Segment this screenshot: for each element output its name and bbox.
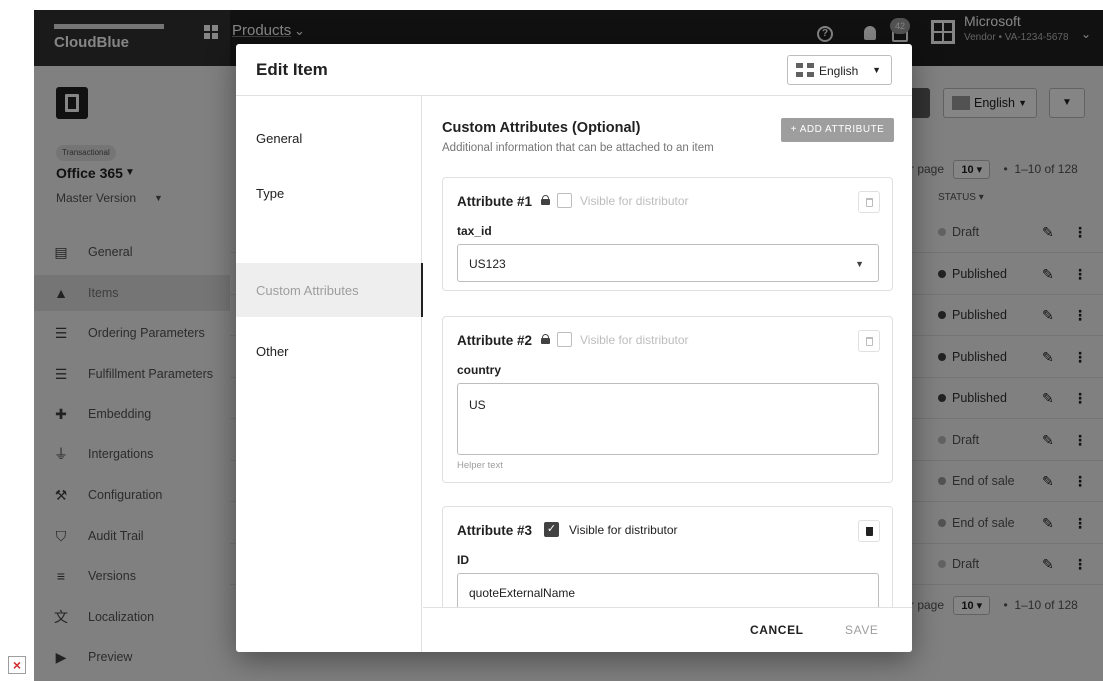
attribute-card-2: Attribute #2 Visible for distributor cou… (442, 316, 893, 483)
visible-for-distributor-label: Visible for distributor (580, 194, 689, 208)
dialog-footer: CANCEL SAVE (423, 607, 912, 652)
delete-attribute-button[interactable] (858, 330, 880, 352)
dialog-language-select[interactable]: English ▼ (787, 55, 892, 85)
attribute-value-select[interactable]: US123 ▼ (457, 244, 879, 282)
attribute-field-label: tax_id (457, 224, 492, 238)
visible-for-distributor-label: Visible for distributor (569, 523, 678, 537)
section-subtitle: Additional information that can be attac… (442, 142, 714, 154)
section-title: Custom Attributes (Optional) (442, 120, 641, 136)
dialog-title: Edit Item (256, 60, 328, 79)
dialog-nav-custom-attributes[interactable]: Custom Attributes (236, 263, 423, 317)
helper-text: Helper text (457, 460, 503, 471)
trash-icon (866, 337, 873, 346)
visible-for-distributor-checkbox[interactable] (557, 332, 572, 347)
chevron-down-icon: ▼ (872, 65, 881, 75)
attribute-field-label: country (457, 363, 502, 377)
lock-icon (541, 334, 550, 344)
attribute-value-textarea[interactable]: US (457, 383, 879, 455)
visible-for-distributor-checkbox[interactable]: ✓ (544, 522, 559, 537)
visible-for-distributor-checkbox[interactable] (557, 193, 572, 208)
cancel-button[interactable]: CANCEL (750, 623, 804, 637)
edit-item-dialog: Edit Item English ▼ General Type Custom … (236, 44, 912, 652)
broken-image-icon: × (8, 656, 26, 674)
attribute-value-input[interactable]: quoteExternalName (457, 573, 879, 607)
dialog-nav-label: Other (256, 344, 289, 359)
attribute-field-label: ID (457, 553, 469, 567)
dialog-nav: General Type Custom Attributes Other (236, 96, 423, 652)
dialog-nav-other[interactable]: Other (236, 324, 422, 378)
attribute-value: quoteExternalName (469, 586, 576, 600)
uk-flag-icon (796, 63, 814, 77)
trash-icon (866, 198, 873, 207)
visible-for-distributor-label: Visible for distributor (580, 333, 689, 347)
attribute-title: Attribute #2 (457, 333, 533, 348)
dialog-nav-label: General (256, 131, 303, 146)
delete-attribute-button[interactable] (858, 520, 880, 542)
attribute-card-1: Attribute #1 Visible for distributor tax… (442, 177, 893, 291)
add-attribute-button[interactable]: + ADD ATTRIBUTE (781, 118, 894, 142)
attribute-title: Attribute #3 (457, 523, 533, 538)
dialog-nav-type[interactable]: Type (236, 166, 422, 220)
save-button[interactable]: SAVE (845, 623, 879, 637)
lock-icon (541, 195, 550, 205)
trash-icon (866, 527, 873, 536)
dialog-content[interactable]: Custom Attributes (Optional) Additional … (423, 96, 912, 607)
delete-attribute-button[interactable] (858, 191, 880, 213)
attribute-title: Attribute #1 (457, 194, 533, 209)
dialog-nav-general[interactable]: General (236, 111, 422, 165)
attribute-value: US123 (469, 257, 506, 271)
dialog-nav-label: Type (256, 186, 285, 201)
language-label: English (819, 64, 859, 78)
dialog-nav-label: Custom Attributes (256, 283, 359, 298)
attribute-card-3: Attribute #3 ✓ Visible for distributor I… (442, 506, 893, 607)
attribute-value: US (469, 398, 486, 412)
chevron-down-icon: ▼ (855, 259, 864, 269)
dialog-header: Edit Item English ▼ (236, 44, 912, 96)
